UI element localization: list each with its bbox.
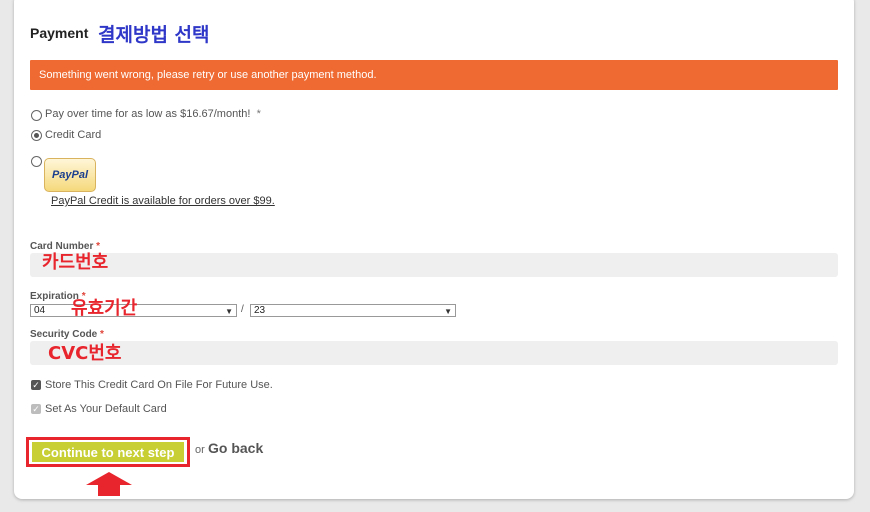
payment-panel: Payment 결제방법 선택 Something went wrong, pl… [14, 0, 854, 499]
store-card-checkbox[interactable]: ✓ [31, 380, 41, 390]
check-icon: ✓ [32, 379, 40, 390]
radio-credit-card[interactable] [31, 130, 42, 141]
paypal-credit-link[interactable]: PayPal Credit is available for orders ov… [51, 195, 275, 207]
store-card-label: Store This Credit Card On File For Futur… [45, 379, 273, 391]
error-alert: Something went wrong, please retry or us… [30, 60, 838, 90]
pay-over-time-label: Pay over time for as low as $16.67/month… [45, 108, 261, 120]
radio-paypal[interactable] [31, 156, 42, 167]
paypal-logo[interactable]: PayPal [44, 158, 96, 192]
continue-button[interactable]: Continue to next step [32, 442, 184, 462]
security-code-input[interactable] [30, 341, 838, 365]
or-text: or [195, 444, 205, 456]
arrow-up-icon [86, 472, 132, 496]
card-number-annotation: 카드번호 [42, 252, 109, 273]
credit-card-label: Credit Card [45, 129, 102, 141]
error-alert-message: Something went wrong, please retry or us… [39, 69, 377, 81]
check-icon: ✓ [32, 403, 40, 414]
expiration-separator: / [241, 304, 244, 315]
security-code-annotation: CVC번호 [48, 343, 122, 364]
go-back-link[interactable]: Go back [208, 440, 263, 456]
default-card-checkbox[interactable]: ✓ [31, 404, 41, 414]
payment-method-annotation: 결제방법 선택 [98, 24, 210, 46]
expiration-annotation: 유효기간 [71, 298, 138, 319]
radio-pay-over-time[interactable] [31, 110, 42, 121]
continue-highlight: Continue to next step [26, 437, 190, 467]
expiration-year-select[interactable]: 23 ▼ [250, 304, 456, 317]
card-number-input[interactable] [30, 253, 838, 277]
default-card-label: Set As Your Default Card [45, 403, 167, 415]
page-title: Payment [30, 25, 89, 41]
